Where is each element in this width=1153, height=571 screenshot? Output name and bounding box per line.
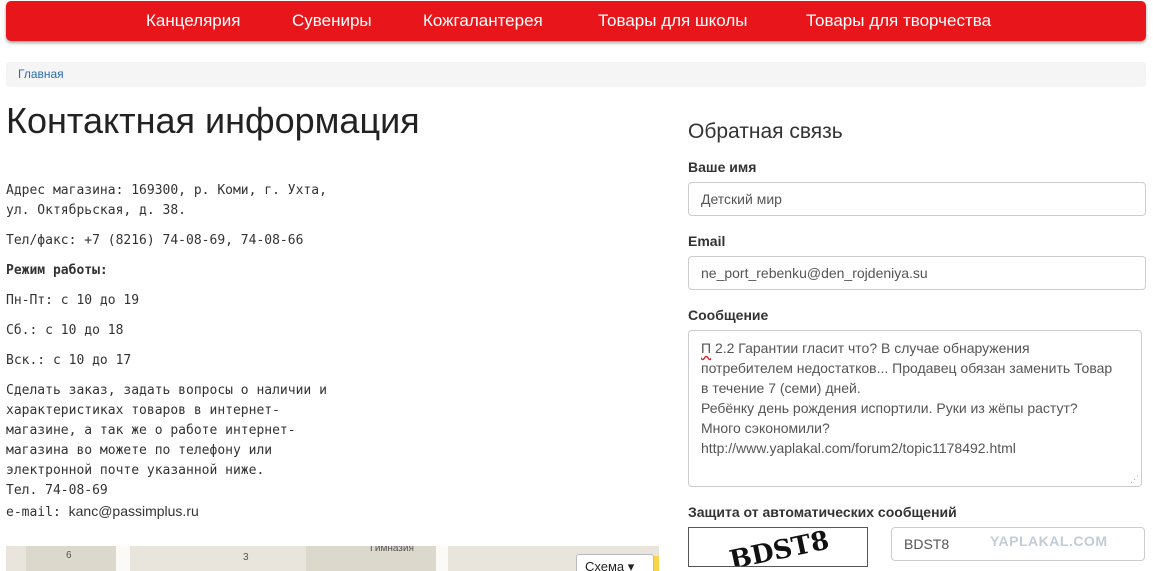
address-line-1: Адрес магазина: 169300, р. Коми, г. Ухта… <box>6 183 327 198</box>
email-label: Email <box>688 233 726 249</box>
email-prefix: e-mail: <box>6 505 69 520</box>
resize-grip-icon[interactable]: ⋰ <box>1130 475 1139 484</box>
store-map[interactable]: 6 Гимназия 3 Схема ▾ <box>6 546 659 571</box>
site-watermark: YAPLAKAL.COM <box>990 533 1108 549</box>
breadcrumb: Главная <box>6 62 1146 87</box>
working-hours-title: Режим работы: <box>6 263 108 278</box>
hours-sunday: Вск.: с 10 до 17 <box>6 353 132 368</box>
contact-email[interactable]: kanc@passimplus.ru <box>69 503 199 519</box>
order-text-line: магазина во можете по телефону или <box>6 443 273 458</box>
order-text-line: магазине, а так же о работе интернет- <box>6 423 296 438</box>
feedback-title: Обратная связь <box>688 120 843 143</box>
map-label: 6 <box>66 550 72 561</box>
name-input[interactable]: Детский мир <box>688 182 1146 216</box>
message-text: 2.2 Гарантии гласит что? В случае обнару… <box>701 340 1113 456</box>
message-textarea[interactable]: П 2.2 Гарантии гласит что? В случае обна… <box>688 330 1142 487</box>
phone-fax: Тел/факс: +7 (8216) 74-08-69, 74-08-66 <box>6 233 304 248</box>
order-text-line: электронной почте указанной ниже. <box>6 463 265 478</box>
captcha-image: BDST8 <box>688 526 868 571</box>
map-control-edge <box>654 556 659 571</box>
order-text-line: Сделать заказ, задать вопросы о наличии … <box>6 383 327 398</box>
hours-weekdays: Пн-Пт: с 10 до 19 <box>6 293 140 308</box>
nav-item-leather-goods[interactable]: Кожгалантерея <box>423 1 543 41</box>
map-road <box>116 546 130 571</box>
nav-item-souvenirs[interactable]: Сувениры <box>292 1 372 41</box>
nav-item-school-goods[interactable]: Товары для школы <box>598 1 747 41</box>
page-title: Контактная информация <box>6 100 420 141</box>
top-navbar: Канцелярия Сувениры Кожгалантерея Товары… <box>6 1 1146 41</box>
map-label-gymnasium: Гимназия <box>370 546 414 554</box>
nav-item-stationery[interactable]: Канцелярия <box>146 1 240 41</box>
hours-saturday: Сб.: с 10 до 18 <box>6 323 124 338</box>
email-input[interactable]: ne_port_rebenku@den_rojdeniya.su <box>688 256 1146 290</box>
map-road <box>436 546 448 571</box>
message-label: Сообщение <box>688 307 769 323</box>
nav-item-creative-goods[interactable]: Товары для творчества <box>806 1 991 41</box>
misspelled-word: П <box>701 340 712 356</box>
captcha-glyphs: BDST8 <box>727 526 832 571</box>
captcha-label: Защита от автоматических сообщений <box>688 504 957 520</box>
breadcrumb-home-link[interactable]: Главная <box>18 67 64 81</box>
svg-text:BDST8: BDST8 <box>727 528 832 566</box>
order-text-line: характеристиках товаров в интернет- <box>6 403 280 418</box>
map-scheme-dropdown[interactable]: Схема ▾ <box>576 554 654 571</box>
map-label: 3 <box>243 552 249 563</box>
address-line-2: ул. Октябрьская, д. 38. <box>6 203 187 218</box>
phone-short: Тел. 74-08-69 <box>6 483 108 498</box>
name-label: Ваше имя <box>688 159 757 175</box>
email-line: e-mail: kanc@passimplus.ru <box>6 501 199 523</box>
